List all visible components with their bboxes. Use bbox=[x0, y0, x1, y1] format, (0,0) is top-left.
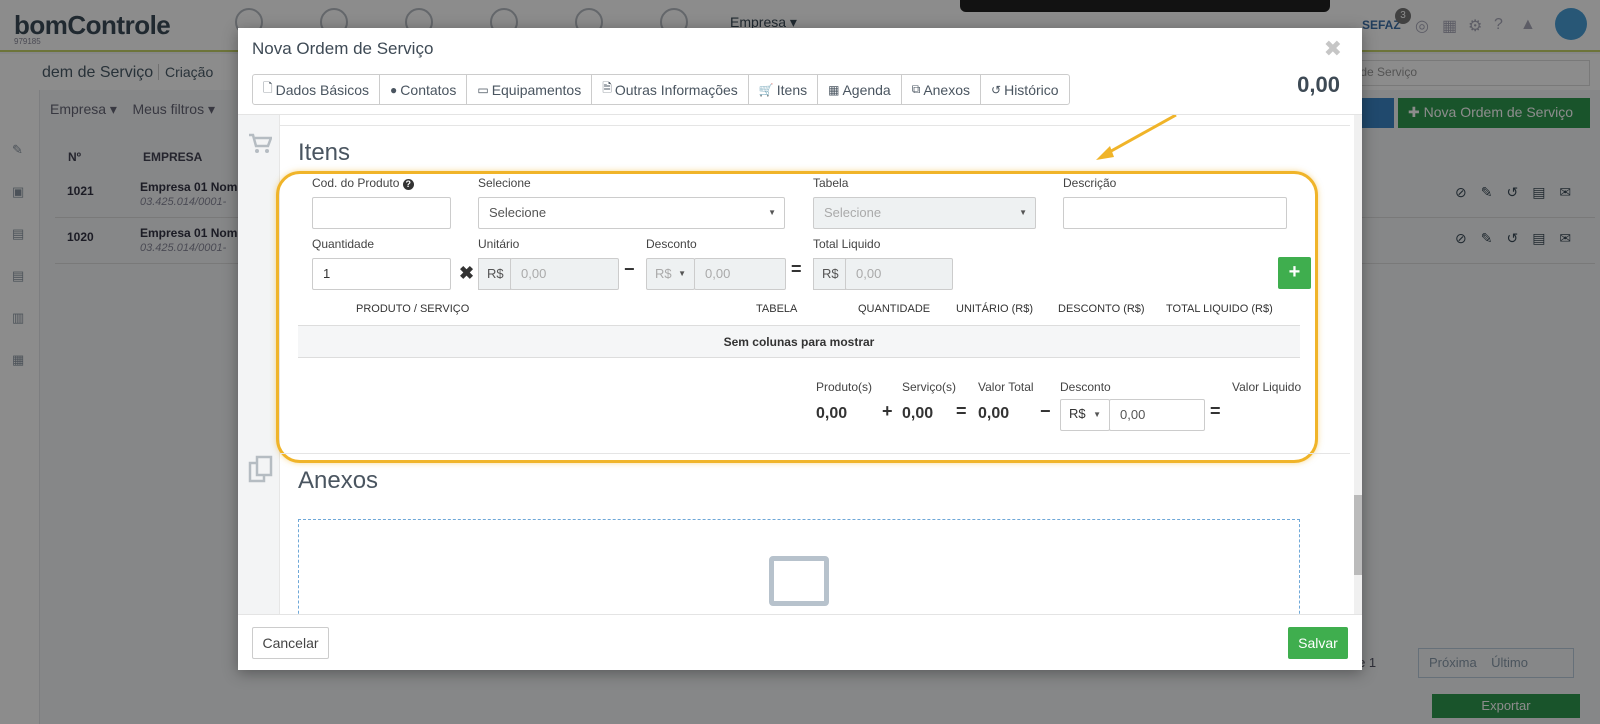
history-icon: ↺ bbox=[991, 82, 1002, 97]
laptop-icon: ▭ bbox=[477, 82, 489, 97]
modal-body: Itens Cod. do Produto ? Selecione Seleci… bbox=[238, 114, 1362, 614]
file-text-icon: 🗎 bbox=[602, 81, 612, 95]
modal-title: Nova Ordem de Serviço bbox=[252, 39, 434, 58]
service-order-modal: Nova Ordem de Serviço ✖ 🗋 Dados Básicos ●… bbox=[238, 28, 1362, 670]
scrollbar[interactable] bbox=[1354, 115, 1362, 614]
tab-historico[interactable]: ↺ Histórico bbox=[981, 75, 1069, 104]
tab-dados-basicos[interactable]: 🗋 Dados Básicos bbox=[253, 75, 381, 104]
tab-outras-informacoes[interactable]: 🗎 Outras Informações bbox=[592, 75, 749, 104]
order-total: 0,00 bbox=[1297, 72, 1340, 97]
user-icon: ● bbox=[390, 82, 398, 97]
scrollbar-thumb[interactable] bbox=[1354, 495, 1362, 575]
attachment-drop-zone[interactable] bbox=[298, 519, 1300, 614]
attachment-icon: ⧉ bbox=[911, 82, 921, 96]
cart-icon bbox=[248, 133, 273, 161]
calendar-icon: ▦ bbox=[828, 82, 840, 97]
tab-anexos[interactable]: ⧉ Anexos bbox=[902, 75, 982, 104]
file-icon: 🗋 bbox=[263, 81, 273, 95]
divider bbox=[280, 453, 1350, 454]
highlight-box bbox=[276, 171, 1318, 463]
image-icon bbox=[769, 556, 829, 606]
annotation-arrow bbox=[1096, 115, 1177, 160]
copy-icon bbox=[248, 455, 274, 489]
section-icon-column bbox=[238, 115, 280, 614]
tab-itens[interactable]: 🛒 Itens bbox=[749, 75, 819, 104]
anexos-title: Anexos bbox=[298, 467, 379, 494]
close-icon[interactable]: ✖ bbox=[1324, 36, 1342, 62]
cart-icon: 🛒 bbox=[758, 82, 774, 97]
save-button[interactable]: Salvar bbox=[1288, 627, 1348, 659]
tab-bar: 🗋 Dados Básicos ● Contatos ▭ Equipamentos 🗎… bbox=[252, 74, 1070, 105]
itens-title: Itens bbox=[298, 139, 351, 166]
cancel-button[interactable]: Cancelar bbox=[252, 627, 329, 659]
divider bbox=[280, 125, 1350, 126]
modal-footer: Cancelar Salvar bbox=[238, 614, 1362, 670]
tab-equipamentos[interactable]: ▭ Equipamentos bbox=[467, 75, 593, 104]
tab-agenda[interactable]: ▦ Agenda bbox=[818, 75, 902, 104]
tab-contatos[interactable]: ● Contatos bbox=[380, 75, 468, 104]
